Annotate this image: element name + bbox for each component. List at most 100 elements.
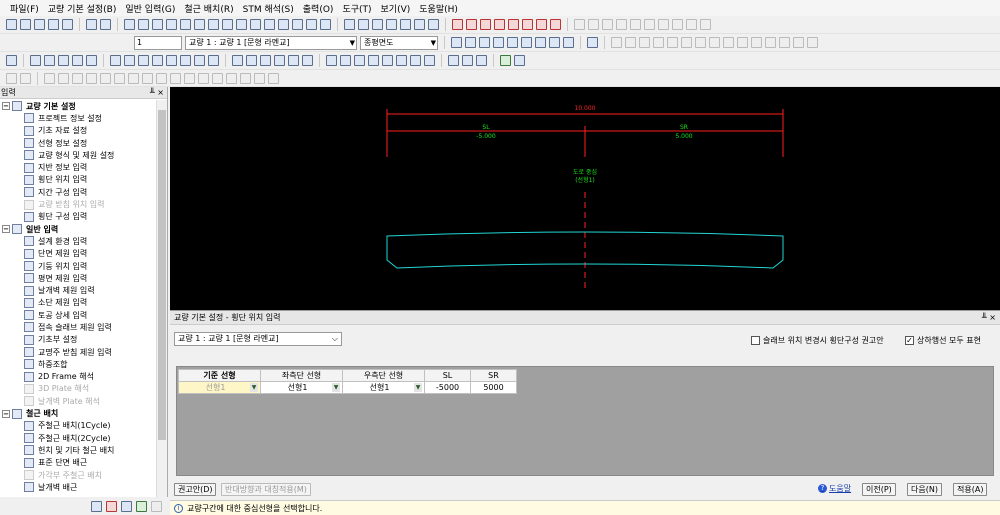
open-file-icon[interactable] xyxy=(20,19,31,30)
elevation-icon[interactable] xyxy=(222,19,233,30)
cross-icon[interactable] xyxy=(354,55,365,66)
tree-item[interactable]: 지반 정보 입력 xyxy=(0,161,156,173)
circle-icon[interactable] xyxy=(368,55,379,66)
pan-icon[interactable] xyxy=(208,55,219,66)
menu-item[interactable]: 도움말(H) xyxy=(419,2,458,15)
view-options-icon[interactable] xyxy=(587,37,598,48)
import-icon[interactable] xyxy=(320,19,331,30)
next-button[interactable]: 다음(N) xyxy=(907,483,942,496)
tree-item[interactable]: 기둥 위치 입력 xyxy=(0,260,156,272)
prev-page-icon[interactable] xyxy=(465,37,476,48)
grid-icon[interactable] xyxy=(152,19,163,30)
panel-pin-close-icons[interactable]: ᅟ ╨ × xyxy=(140,87,164,98)
text-icon[interactable] xyxy=(260,55,271,66)
rebar-shear-icon[interactable] xyxy=(480,19,491,30)
select-icon[interactable] xyxy=(6,55,17,66)
dropdown-arrow-icon[interactable]: ▼ xyxy=(250,383,258,392)
bridge-select[interactable]: 교량 1 : 교량 1 [문형 라멘교] ▼ xyxy=(185,35,357,50)
menu-item[interactable]: STM 해석(S) xyxy=(243,2,294,15)
collapse-icon[interactable]: − xyxy=(2,409,10,418)
menu-item[interactable]: 교량 기본 설정(B) xyxy=(48,2,117,15)
link-icon[interactable] xyxy=(372,19,383,30)
recommend-button[interactable]: 권고안(D) xyxy=(174,483,217,496)
prev-button[interactable]: 이전(P) xyxy=(862,483,896,496)
menu-item[interactable]: 일반 입력(G) xyxy=(125,2,175,15)
point-icon[interactable] xyxy=(410,55,421,66)
table-icon[interactable] xyxy=(166,19,177,30)
rebar-haunch-icon[interactable] xyxy=(494,19,505,30)
scrollbar-thumb[interactable] xyxy=(158,110,166,440)
perpendicular-icon[interactable] xyxy=(424,55,435,66)
input-tab-icon[interactable] xyxy=(106,500,117,512)
print-icon[interactable] xyxy=(86,19,97,30)
layer-icon[interactable] xyxy=(180,19,191,30)
zoom-previous-icon[interactable] xyxy=(180,55,191,66)
table-insert-icon[interactable] xyxy=(274,55,285,66)
list-icon[interactable] xyxy=(462,55,473,66)
rebar-main-icon[interactable] xyxy=(466,19,477,30)
tree-item[interactable]: 선형 정보 설정 xyxy=(0,137,156,149)
dialog-bridge-select[interactable]: 교량 1 : 교량 1 [문형 라멘교] ⌵ xyxy=(174,332,342,346)
checkbox-box[interactable]: ✓ xyxy=(905,336,914,345)
prev-icon[interactable] xyxy=(479,37,490,48)
drawing-canvas[interactable]: 10.000 SL -5.000 SR 5.000 도로 중심 (선형1) xyxy=(170,87,1000,310)
tree-item[interactable]: 지간 구성 입력 xyxy=(0,186,156,198)
apply-button[interactable]: 적용(A) xyxy=(953,483,988,496)
tree-group[interactable]: − 교량 기본 설정 xyxy=(0,100,156,112)
tree-item[interactable]: 주철근 배치(1Cycle) xyxy=(0,420,156,432)
dropdown-arrow-icon[interactable]: ▼ xyxy=(414,383,422,392)
layer-toggle-icon[interactable] xyxy=(232,55,243,66)
result-icon[interactable] xyxy=(278,19,289,30)
export-icon[interactable] xyxy=(306,19,317,30)
tree-item[interactable]: 표준 단면 배근 xyxy=(0,457,156,469)
slab-recommend-checkbox[interactable]: 슬래브 위치 변경시 횡단구성 권고안 xyxy=(751,335,884,346)
number-input[interactable]: 1 xyxy=(134,35,182,50)
zoom-all-icon[interactable] xyxy=(152,55,163,66)
tree-item[interactable]: 토공 상세 입력 xyxy=(0,309,156,321)
report-list-icon[interactable] xyxy=(358,19,369,30)
dxf-icon[interactable] xyxy=(58,55,69,66)
zoom-in-icon[interactable] xyxy=(110,55,121,66)
excel-icon[interactable] xyxy=(136,500,147,512)
block-icon[interactable] xyxy=(476,55,487,66)
rebar-section-icon[interactable] xyxy=(508,19,519,30)
reverse-symmetric-button[interactable]: 반대방향과 대칭적용(M) xyxy=(221,483,311,496)
tree-scrollbar[interactable] xyxy=(156,100,167,497)
folder-icon[interactable] xyxy=(91,500,102,512)
calc-icon[interactable] xyxy=(400,19,411,30)
tree-item[interactable]: 날개벽 제원 입력 xyxy=(0,284,156,296)
tree-item[interactable]: 횡단 위치 입력 xyxy=(0,174,156,186)
tree-item[interactable]: 기초부 설정 xyxy=(0,334,156,346)
help-link[interactable]: ? 도움말 xyxy=(818,483,851,494)
rebar-icon[interactable] xyxy=(452,19,463,30)
section-icon[interactable] xyxy=(194,19,205,30)
new-file-icon[interactable] xyxy=(6,19,17,30)
sr-cell[interactable]: 5000 xyxy=(470,381,517,394)
output-tab-icon[interactable] xyxy=(121,500,132,512)
tree-item[interactable]: 헌치 및 기타 철근 배치 xyxy=(0,444,156,456)
report-icon[interactable] xyxy=(292,19,303,30)
left-alignment-cell[interactable]: 선형1 ▼ xyxy=(260,381,343,394)
doc-icon[interactable] xyxy=(414,19,425,30)
tree-item[interactable]: 평면 제원 입력 xyxy=(0,272,156,284)
menu-item[interactable]: 출력(O) xyxy=(303,2,334,15)
tree-item[interactable]: 횡단 구성 입력 xyxy=(0,211,156,223)
print-icon[interactable] xyxy=(30,55,41,66)
properties-icon[interactable] xyxy=(448,55,459,66)
arc-icon[interactable] xyxy=(396,55,407,66)
tree-item[interactable]: 주철근 배치(2Cycle) xyxy=(0,432,156,444)
copy-icon[interactable] xyxy=(124,19,135,30)
analysis-icon[interactable] xyxy=(264,19,275,30)
next-icon[interactable] xyxy=(535,37,546,48)
settings-icon[interactable] xyxy=(86,55,97,66)
first-icon[interactable] xyxy=(451,37,462,48)
line-icon[interactable] xyxy=(326,55,337,66)
chart-icon[interactable] xyxy=(344,19,355,30)
dialog-pin-close-icons[interactable]: ᅟ ╨ × xyxy=(972,311,996,324)
collapse-icon[interactable]: − xyxy=(2,102,10,111)
tree-group[interactable]: − 철근 배치 xyxy=(0,407,156,419)
export-drawing-icon[interactable] xyxy=(72,55,83,66)
zoom-realtime-icon[interactable] xyxy=(194,55,205,66)
web-icon[interactable] xyxy=(428,19,439,30)
checkbox-box[interactable] xyxy=(751,336,760,345)
